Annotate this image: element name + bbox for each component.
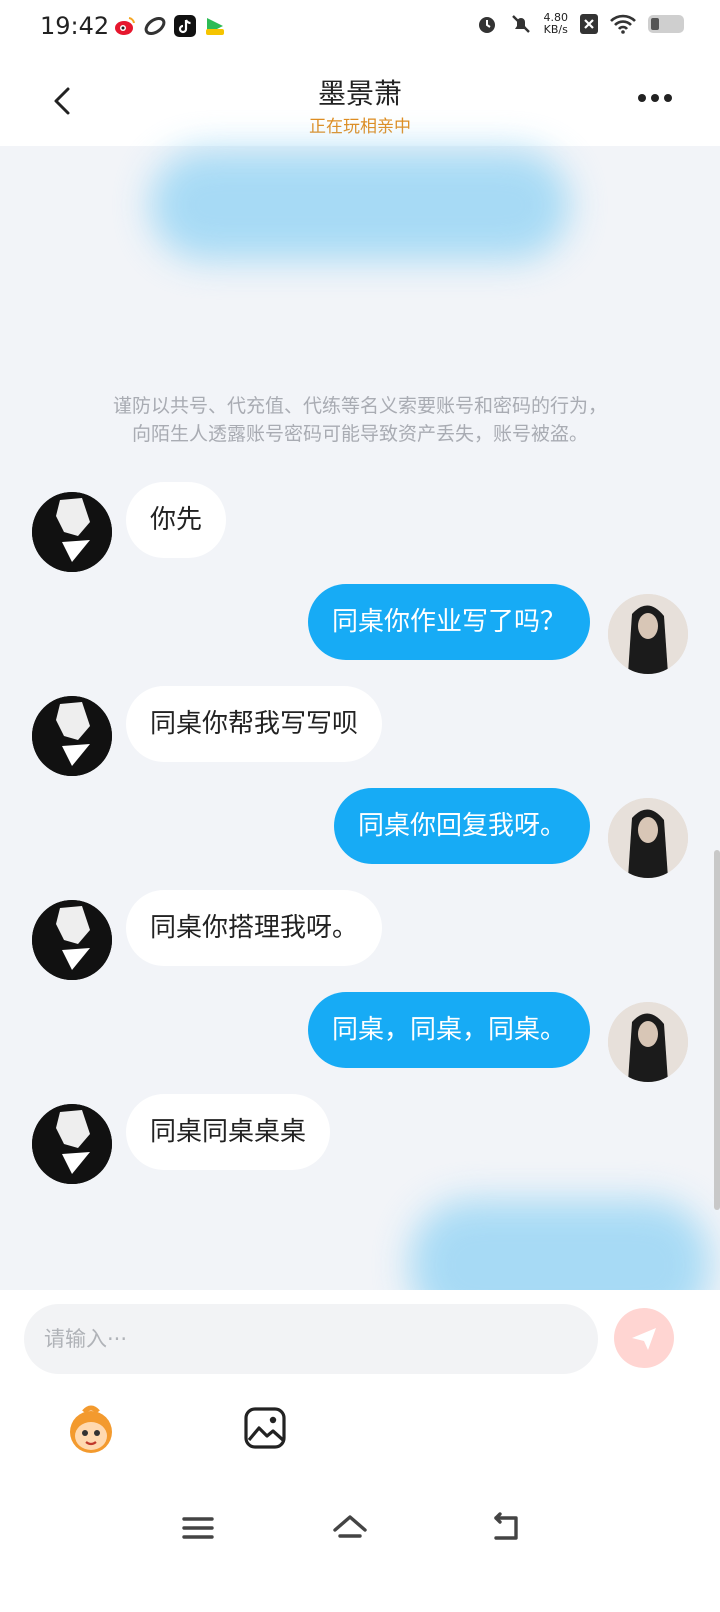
link-icon: [144, 15, 166, 37]
security-notice: 谨防以共号、代充值、代练等名义索要账号和密码的行为， 向陌生人透露账号密码可能导…: [40, 392, 680, 448]
user-avatar[interactable]: [608, 1002, 688, 1082]
message-bubble-sent[interactable]: 同桌你回复我呀。: [333, 788, 590, 864]
mute-icon: [511, 15, 530, 33]
notification-icons: [114, 15, 226, 37]
emoji-icon[interactable]: [64, 1402, 118, 1456]
contact-avatar[interactable]: [32, 492, 112, 572]
security-notice-line-1: 谨防以共号、代充值、代练等名义索要账号和密码的行为，: [112, 395, 607, 417]
user-avatar[interactable]: [608, 798, 688, 878]
status-indicators: 4.80 KB/s: [476, 12, 684, 36]
message-input[interactable]: 请输入···: [24, 1304, 598, 1374]
tiktok-icon: [174, 15, 196, 37]
menu-icon[interactable]: [178, 1508, 218, 1548]
back-icon[interactable]: [486, 1508, 526, 1548]
chat-header: 墨景萧 正在玩相亲中: [0, 56, 720, 146]
wifi-icon: [610, 14, 636, 34]
message-bubble-sent[interactable]: 同桌你作业写了吗？: [307, 584, 590, 660]
message-bubble-sent[interactable]: 同桌，同桌，同桌。: [307, 992, 590, 1068]
message-bubble-received[interactable]: 同桌你帮我写写呗: [126, 686, 383, 762]
message-row: 同桌同桌桌桌: [0, 1094, 720, 1186]
clock: 19:42: [40, 12, 110, 40]
composer: 请输入···: [0, 1290, 720, 1612]
contact-avatar[interactable]: [32, 1104, 112, 1184]
message-row: 同桌你回复我呀。: [0, 788, 720, 880]
home-icon[interactable]: [330, 1508, 370, 1548]
status-bar: 19:42 4.80 KB/s: [0, 0, 720, 56]
weibo-icon: [114, 15, 136, 37]
send-button[interactable]: [614, 1308, 674, 1368]
network-speed: 4.80 KB/s: [544, 12, 569, 36]
message-bubble-received[interactable]: 同桌你搭理我呀。: [126, 890, 383, 966]
contact-name: 墨景萧: [317, 77, 402, 110]
user-avatar[interactable]: [608, 594, 688, 674]
contact-avatar[interactable]: [32, 900, 112, 980]
message-row: 同桌你作业写了吗？: [0, 584, 720, 676]
alarm-icon: [478, 17, 495, 33]
message-row: 同桌你搭理我呀。: [0, 890, 720, 982]
security-notice-line-2: 向陌生人透露账号密码可能导致资产丢失，账号被盗。: [131, 423, 588, 445]
message-row: 同桌你帮我写写呗: [0, 686, 720, 778]
more-options-icon[interactable]: [638, 94, 672, 102]
sim-off-icon: [580, 14, 598, 34]
contact-status: 正在玩相亲中: [309, 117, 411, 137]
system-navigation-bar: [0, 1508, 720, 1558]
message-bubble-received[interactable]: 同桌同桌桌桌: [126, 1094, 331, 1170]
contact-avatar[interactable]: [32, 696, 112, 776]
network-speed-unit: KB/s: [543, 23, 568, 36]
image-icon[interactable]: [243, 1406, 287, 1450]
message-row: 你先: [0, 482, 720, 574]
battery-icon: [648, 15, 684, 33]
send-icon: [632, 1328, 656, 1350]
message-bubble-received[interactable]: 你先: [126, 482, 227, 558]
message-row: 同桌，同桌，同桌。: [0, 992, 720, 1084]
scrollbar[interactable]: [714, 850, 720, 1210]
redacted-area-top: [150, 150, 570, 260]
game-icon: [204, 15, 226, 37]
